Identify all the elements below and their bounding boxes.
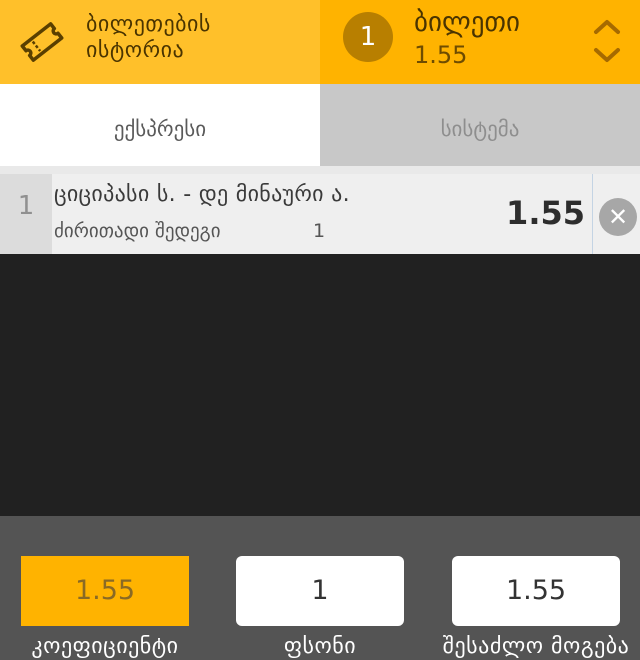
possible-win-value: 1.55: [452, 556, 620, 626]
bet-market: ძირითადი შედეგი: [54, 220, 221, 242]
bet-index: 1: [0, 174, 52, 254]
ticket-icon: [20, 22, 64, 62]
coefficient-label: კოეფიციენტი: [31, 634, 179, 659]
tab-system[interactable]: სისტემა: [320, 84, 640, 166]
header: ბილეთების ისტორია 1 ბილეთი 1.55: [0, 0, 640, 84]
remove-bet-button[interactable]: ✕: [592, 174, 640, 254]
bet-event: ციციპასი ს. - დე მინაური ა.: [54, 182, 350, 207]
history-label-line1: ბილეთების: [86, 12, 211, 37]
bet-odds: 1.55: [506, 194, 585, 232]
stake-input[interactable]: 1: [236, 556, 404, 626]
bet-pick: 1: [313, 220, 326, 242]
ticket-history-button[interactable]: ბილეთების ისტორია: [0, 0, 320, 84]
ticket-label: ბილეთი: [414, 7, 520, 38]
history-label-line2: ისტორია: [86, 38, 185, 63]
divider: [0, 166, 640, 174]
coefficient-value: 1.55: [21, 556, 189, 626]
tab-express[interactable]: ექსპრესი: [0, 84, 320, 166]
bet-type-tabs: ექსპრესი სისტემა: [0, 84, 640, 166]
ticket-count-badge: 1: [343, 12, 393, 62]
bet-row: 1 ციციპასი ს. - დე მინაური ა. ძირითადი შ…: [0, 174, 640, 254]
possible-win-label: შესაძლო მოგება: [442, 634, 630, 659]
remove-icon: ✕: [599, 198, 637, 236]
bet-summary: 1.55 1 1.55 კოეფიციენტი ფსონი შესაძლო მო…: [0, 516, 640, 660]
stake-label: ფსონი: [283, 634, 357, 659]
expand-arrows-icon[interactable]: [592, 18, 622, 64]
ticket-odds: 1.55: [414, 41, 468, 69]
